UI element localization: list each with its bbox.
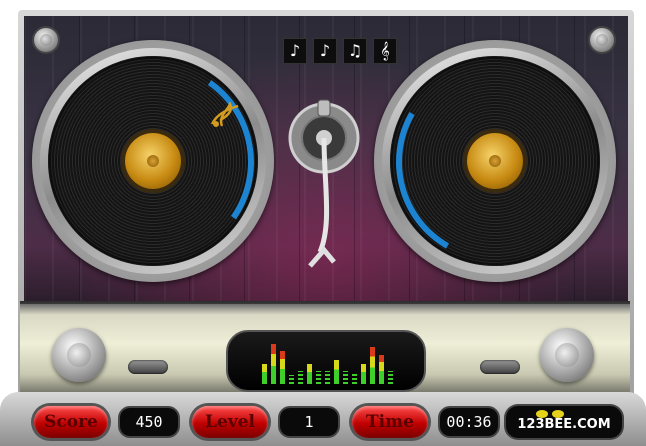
eq-bar <box>316 371 321 384</box>
eighth-note-icon[interactable]: ♪ <box>313 38 337 64</box>
eq-bar <box>370 347 375 384</box>
score-label: Score <box>34 406 108 438</box>
left-turntable[interactable] <box>32 40 274 282</box>
eq-bar <box>271 344 276 384</box>
bee-icon <box>536 410 564 418</box>
screw-icon <box>590 28 614 52</box>
score-value: 450 <box>120 408 178 436</box>
time-label: Time <box>352 406 428 438</box>
right-pitch-slider[interactable] <box>480 360 520 374</box>
eq-bar <box>343 371 348 384</box>
eq-bar <box>352 373 357 384</box>
eq-bar <box>361 364 366 384</box>
eq-bar <box>325 371 330 384</box>
eq-bar <box>388 371 393 384</box>
right-turntable[interactable] <box>373 39 619 285</box>
equalizer-display <box>226 330 426 392</box>
time-value: 00:36 <box>440 408 498 436</box>
level-value: 1 <box>280 408 338 436</box>
left-pitch-slider[interactable] <box>128 360 168 374</box>
eq-bar <box>262 364 267 384</box>
treble-clef-marker-icon[interactable] <box>208 102 242 130</box>
screw-icon <box>34 28 58 52</box>
game-stage: ♪ ♪ ♫ 𝄞 Score 450 Level 1 Time 00:36 123… <box>0 0 646 446</box>
eq-bar <box>289 375 294 384</box>
beamed-notes-icon[interactable]: ♫ <box>343 38 367 64</box>
eq-bar <box>334 360 339 384</box>
eighth-note-icon[interactable]: ♪ <box>283 38 307 64</box>
right-volume-knob[interactable] <box>540 328 594 382</box>
treble-clef-icon[interactable]: 𝄞 <box>373 38 397 64</box>
brand-logo[interactable]: 123BEE.COM <box>506 406 622 438</box>
eq-bar <box>307 364 312 384</box>
eq-bar <box>379 355 384 384</box>
eq-bar <box>280 351 285 384</box>
left-volume-knob[interactable] <box>52 328 106 382</box>
level-label: Level <box>192 406 268 438</box>
tonearm[interactable] <box>284 94 364 284</box>
eq-bar <box>298 371 303 384</box>
